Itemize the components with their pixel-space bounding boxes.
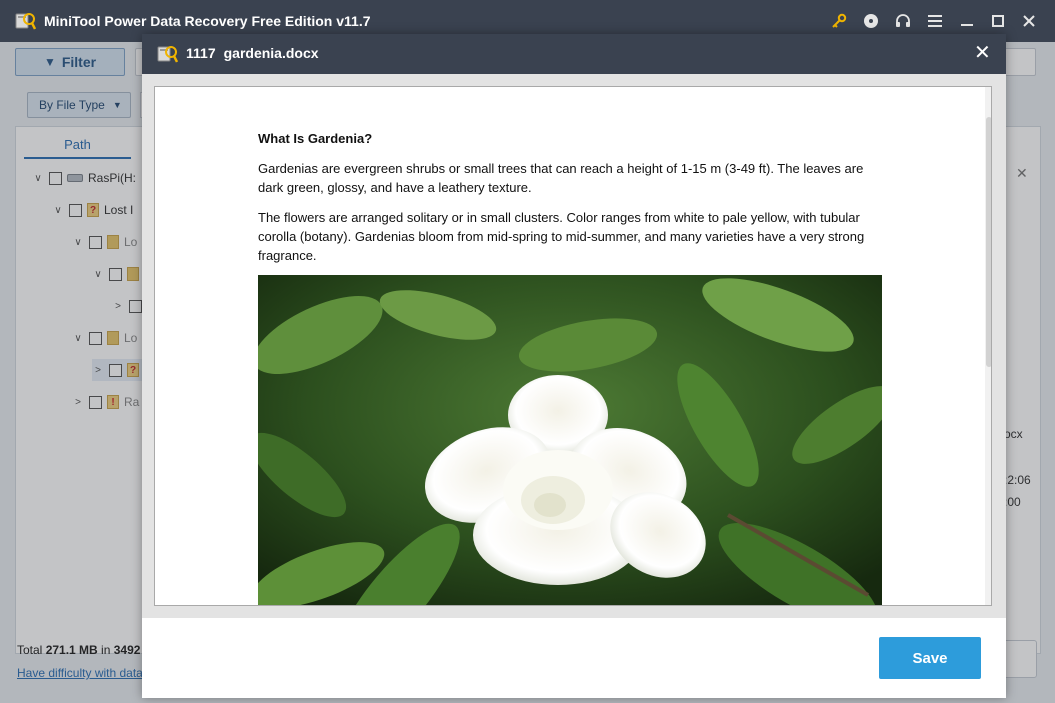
close-icon[interactable] [1019, 11, 1039, 31]
app-logo-icon [15, 13, 36, 30]
save-button[interactable]: Save [879, 637, 981, 679]
scrollbar-thumb[interactable] [986, 117, 991, 367]
document-paragraph: The flowers are arranged solitary or in … [258, 210, 865, 263]
document-page: What Is Gardenia? Gardenias are evergree… [165, 87, 975, 605]
document-viewer[interactable]: What Is Gardenia? Gardenias are evergree… [154, 86, 992, 606]
dialog-footer: Save [142, 618, 1006, 698]
file-name: gardenia.docx [223, 45, 319, 61]
key-icon[interactable] [829, 11, 849, 31]
gardenia-photo [258, 275, 882, 605]
disc-icon[interactable] [861, 11, 881, 31]
close-icon[interactable]: ✕ [974, 42, 991, 64]
maximize-icon[interactable] [988, 11, 1008, 31]
app-title: MiniTool Power Data Recovery Free Editio… [44, 13, 371, 29]
preview-dialog: 1117 gardenia.docx ✕ What Is Gardenia? Ga… [142, 34, 1006, 698]
app-logo-icon [157, 46, 178, 63]
headset-icon[interactable] [893, 11, 913, 31]
menu-icon[interactable] [925, 11, 945, 31]
document-heading: What Is Gardenia? [258, 131, 373, 146]
document-paragraph: Gardenias are evergreen shrubs or small … [258, 161, 864, 195]
preview-area: What Is Gardenia? Gardenias are evergree… [142, 74, 1006, 618]
file-number: 1117 [186, 45, 216, 61]
dialog-title: 1117 gardenia.docx [186, 45, 319, 61]
dialog-header: 1117 gardenia.docx ✕ [142, 34, 1006, 74]
minimize-icon[interactable] [957, 11, 977, 31]
